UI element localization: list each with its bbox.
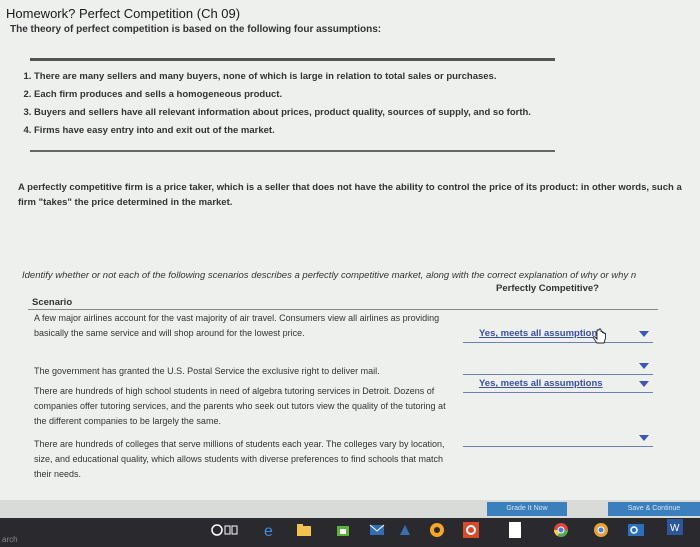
chrome-canary-icon[interactable] — [592, 521, 610, 539]
assumptions-list: There are many sellers and many buyers, … — [14, 68, 554, 140]
mail-icon[interactable] — [368, 521, 386, 539]
edge-icon[interactable]: e — [261, 521, 279, 539]
assumption-item: Buyers and sellers have all relevant inf… — [34, 104, 554, 122]
scenario-postal-service: The government has granted the U.S. Post… — [34, 366, 380, 376]
svg-text:W: W — [670, 523, 680, 534]
dropdown-value: Yes, meets all assumptions — [479, 378, 603, 389]
dropdown-colleges[interactable] — [463, 432, 653, 447]
scenario-airlines: A few major airlines account for the vas… — [34, 313, 440, 338]
homework-page: Homework? Perfect Competition (Ch 09) Th… — [0, 0, 700, 500]
word-icon[interactable]: W — [666, 518, 684, 536]
column-header-scenario: Scenario — [32, 297, 73, 308]
assumptions-intro: The theory of perfect competition is bas… — [10, 24, 382, 35]
chevron-down-icon — [639, 381, 649, 387]
dropdown-postal-service[interactable] — [463, 360, 653, 375]
file-explorer-icon[interactable] — [295, 521, 313, 539]
dropdown-tutoring[interactable]: Yes, meets all assumptions — [463, 378, 653, 393]
table-header-rule — [28, 309, 658, 310]
store-icon[interactable] — [334, 521, 352, 539]
document-icon[interactable] — [506, 521, 524, 539]
dropdown-airlines[interactable]: Yes, meets all assumptions — [463, 328, 653, 343]
grade-it-now-button[interactable]: Grade It Now — [487, 502, 567, 516]
instruction-text: Identify whether or not each of the foll… — [22, 270, 637, 281]
save-continue-button[interactable]: Save & Continue — [608, 502, 700, 516]
price-taker-definition: A perfectly competitive firm is a price … — [18, 182, 682, 208]
office-icon[interactable] — [462, 521, 480, 539]
hand-cursor-icon — [592, 328, 606, 344]
pin-app-icon[interactable] — [396, 521, 414, 539]
dropdown-value: Yes, meets all assumptions — [479, 328, 603, 339]
assumption-item: Each firm produces and sells a homogeneo… — [34, 86, 554, 104]
scenario-tutoring: There are hundreds of high school studen… — [34, 386, 446, 426]
assumption-item: There are many sellers and many buyers, … — [34, 68, 554, 86]
task-view-icon[interactable] — [222, 521, 240, 539]
chevron-down-icon — [639, 363, 649, 369]
chrome-icon[interactable] — [552, 521, 570, 539]
svg-text:e: e — [264, 523, 273, 538]
assumption-item: Firms have easy entry into and exit out … — [34, 122, 554, 140]
column-header-perfectly-competitive: Perfectly Competitive? — [496, 283, 599, 294]
divider-bottom — [30, 150, 555, 152]
outlook-icon[interactable] — [627, 521, 645, 539]
divider-top — [30, 58, 555, 61]
origin-icon[interactable] — [428, 521, 446, 539]
taskbar-search-text[interactable]: arch — [2, 535, 18, 544]
page-title: Homework? Perfect Competition (Ch 09) — [6, 6, 241, 21]
chevron-down-icon — [639, 435, 649, 441]
scenario-colleges: There are hundreds of colleges that serv… — [34, 439, 445, 479]
chevron-down-icon — [639, 331, 649, 337]
